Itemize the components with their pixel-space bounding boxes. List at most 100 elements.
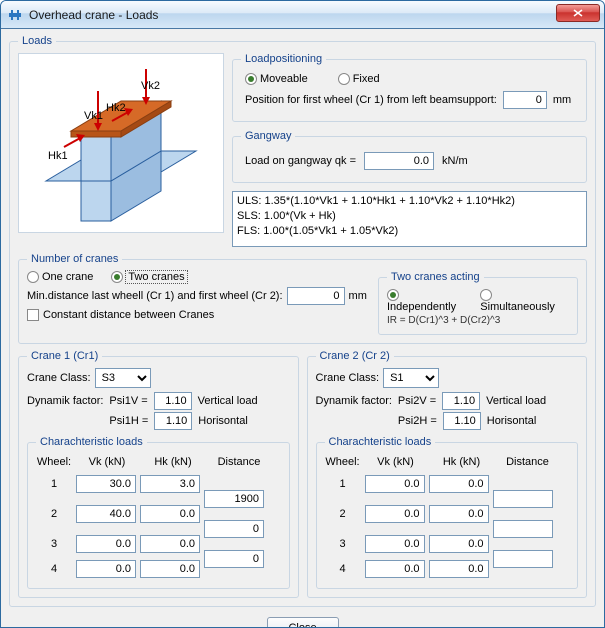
crane2-dyn-label: Dynamik factor: [316, 395, 392, 407]
crane2-charloads-group: Charachteristic loads Wheel: Vk (kN) Hk … [316, 436, 579, 589]
table-row: 1 [325, 470, 570, 498]
crane1-vk-input[interactable] [76, 535, 136, 553]
wheel-label: 3 [36, 538, 72, 550]
crane2-hk-input[interactable] [429, 560, 489, 578]
crane2-psih-input[interactable] [443, 412, 481, 430]
formulas-box[interactable] [232, 191, 587, 247]
wheel-label: 3 [325, 538, 361, 550]
crane2-vk-input[interactable] [365, 475, 425, 493]
crane1-psiv-label: Psi1V = [109, 395, 147, 407]
beam-diagram: Vk1 Vk2 Hk1 Hk2 [18, 53, 224, 233]
crane2-class-select[interactable]: S1 [383, 368, 439, 388]
crane2-distance-input[interactable] [493, 550, 553, 568]
window-close-button[interactable] [556, 4, 600, 22]
crane2-psih-suffix: Horisontal [487, 415, 537, 427]
radio-independently[interactable]: Independently [387, 289, 470, 313]
crane1-table: Wheel: Vk (kN) Hk (kN) Distance 1234 [36, 454, 281, 578]
radio-fixed[interactable]: Fixed [338, 73, 380, 85]
crane1-legend: Crane 1 (Cr1) [27, 350, 102, 362]
two-cranes-acting-group: Two cranes acting Independently Simultan… [378, 271, 578, 335]
gangway-unit: kN/m [442, 155, 468, 167]
crane2-class-label: Crane Class: [316, 372, 380, 384]
crane1-class-select[interactable]: S3 [95, 368, 151, 388]
crane1-charloads-legend: Charachteristic loads [36, 436, 147, 448]
radio-moveable[interactable]: Moveable [245, 73, 308, 85]
crane2-vk-input[interactable] [365, 505, 425, 523]
crane1-psiv-suffix: Vertical load [198, 395, 258, 407]
client-area: Loads [1, 29, 604, 628]
svg-text:Hk2: Hk2 [106, 102, 126, 114]
svg-text:Vk2: Vk2 [141, 80, 160, 92]
radio-one-crane[interactable]: One crane [27, 271, 93, 283]
crane2-table: Wheel: Vk (kN) Hk (kN) Distance 1234 [325, 454, 570, 578]
crane2-group: Crane 2 (Cr 2) Crane Class: S1 Dynamik f… [307, 350, 588, 598]
first-wheel-pos-label: Position for first wheel (Cr 1) from lef… [245, 94, 497, 106]
gangway-group: Gangway Load on gangway qk = kN/m [232, 130, 587, 183]
gangway-legend: Gangway [241, 130, 295, 142]
crane1-psiv-input[interactable] [154, 392, 192, 410]
window-title: Overhead crane - Loads [29, 8, 556, 22]
crane1-group: Crane 1 (Cr1) Crane Class: S3 Dynamik fa… [18, 350, 299, 598]
crane1-hk-input[interactable] [140, 560, 200, 578]
svg-text:Hk1: Hk1 [48, 150, 68, 162]
crane1-hk-input[interactable] [140, 505, 200, 523]
two-acting-note: IR = D(Cr1)^3 + D(Cr2)^3 [387, 313, 569, 326]
number-of-cranes-legend: Number of cranes [27, 253, 122, 265]
radio-two-cranes[interactable]: Two cranes [111, 271, 186, 283]
crane2-psiv-input[interactable] [442, 392, 480, 410]
crane2-hk-input[interactable] [429, 505, 489, 523]
first-wheel-pos-input[interactable] [503, 91, 547, 109]
crane2-distance-input[interactable] [493, 520, 553, 538]
close-button[interactable]: Close [267, 617, 339, 628]
table-row: 1 [36, 470, 281, 498]
gangway-input[interactable] [364, 152, 434, 170]
wheel-label: 2 [36, 508, 72, 520]
crane2-psih-label: Psi2H = [398, 415, 437, 427]
wheel-label: 1 [325, 478, 361, 490]
crane1-distance-input[interactable] [204, 550, 264, 568]
crane2-vk-input[interactable] [365, 560, 425, 578]
loadpositioning-legend: Loadpositioning [241, 53, 326, 65]
crane1-dyn-label: Dynamik factor: [27, 395, 103, 407]
crane1-charloads-group: Charachteristic loads Wheel: Vk (kN) Hk … [27, 436, 290, 589]
crane1-psih-suffix: Horisontal [198, 415, 248, 427]
app-icon [7, 7, 23, 23]
crane1-psih-label: Psi1H = [109, 415, 148, 427]
loadpositioning-group: Loadpositioning Moveable Fixed Position … [232, 53, 587, 122]
crane1-vk-input[interactable] [76, 505, 136, 523]
crane2-legend: Crane 2 (Cr 2) [316, 350, 394, 362]
crane1-distance-input[interactable] [204, 520, 264, 538]
crane1-class-label: Crane Class: [27, 372, 91, 384]
crane2-hk-input[interactable] [429, 535, 489, 553]
radio-simultaneously[interactable]: Simultaneously [480, 289, 569, 313]
crane2-charloads-legend: Charachteristic loads [325, 436, 436, 448]
crane1-hk-input[interactable] [140, 475, 200, 493]
crane2-vk-input[interactable] [365, 535, 425, 553]
wheel-label: 2 [325, 508, 361, 520]
wheel-label: 1 [36, 478, 72, 490]
dialog-window: Overhead crane - Loads Loads [0, 0, 605, 628]
crane1-distance-input[interactable] [204, 490, 264, 508]
crane2-psiv-suffix: Vertical load [486, 395, 546, 407]
min-distance-label: Min.distance last wheell (Cr 1) and firs… [27, 290, 283, 302]
checkbox-constant-distance[interactable]: Constant distance between Cranes [27, 309, 214, 321]
crane2-distance-input[interactable] [493, 490, 553, 508]
min-distance-unit: mm [349, 290, 367, 302]
crane1-vk-input[interactable] [76, 560, 136, 578]
two-cranes-acting-legend: Two cranes acting [387, 271, 484, 283]
first-wheel-pos-unit: mm [553, 94, 571, 106]
crane1-psih-input[interactable] [154, 412, 192, 430]
gangway-label: Load on gangway qk = [245, 155, 356, 167]
crane2-hk-input[interactable] [429, 475, 489, 493]
min-distance-input[interactable] [287, 287, 345, 305]
wheel-label: 4 [36, 563, 72, 575]
wheel-label: 4 [325, 563, 361, 575]
loads-group: Loads [9, 35, 596, 607]
crane1-vk-input[interactable] [76, 475, 136, 493]
titlebar[interactable]: Overhead crane - Loads [1, 1, 604, 29]
number-of-cranes-group: Number of cranes One crane Two cranes Mi… [18, 253, 587, 344]
crane2-psiv-label: Psi2V = [398, 395, 436, 407]
svg-text:Vk1: Vk1 [84, 110, 103, 122]
loads-legend: Loads [18, 35, 56, 47]
crane1-hk-input[interactable] [140, 535, 200, 553]
